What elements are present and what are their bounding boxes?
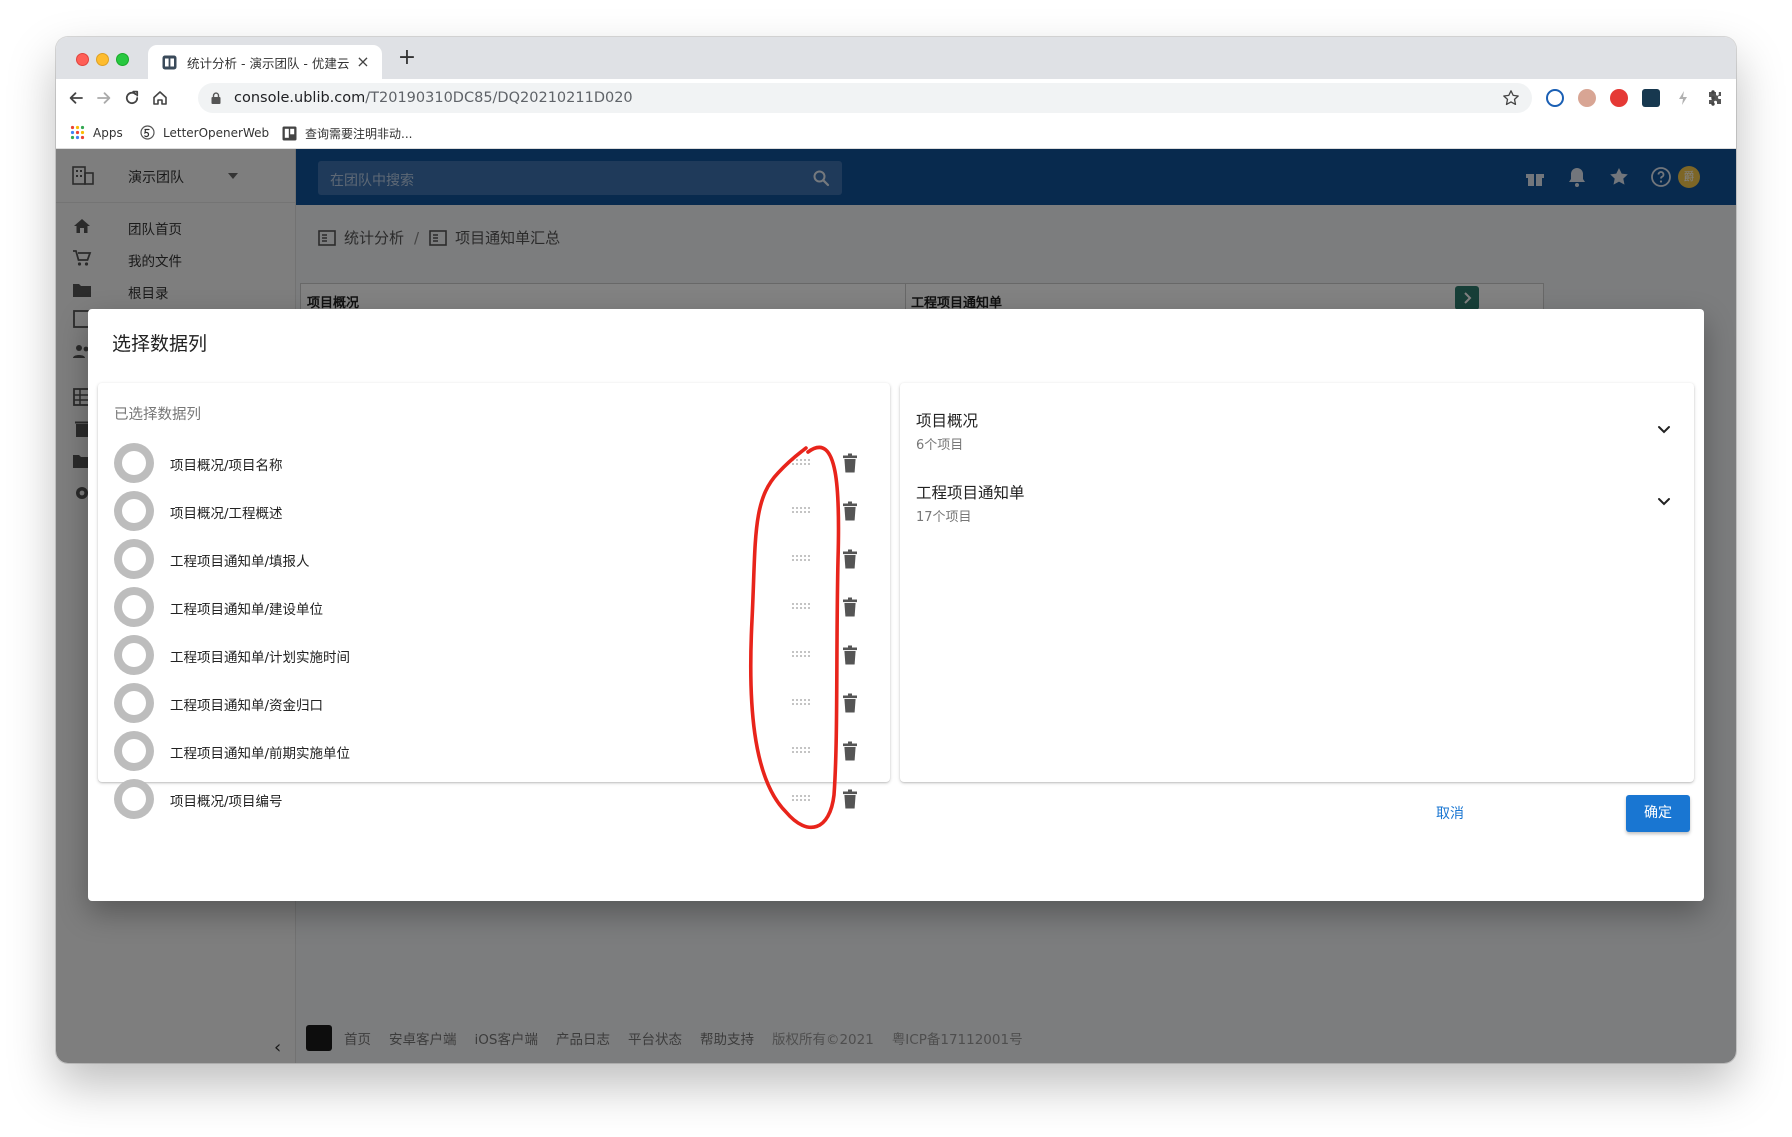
- drag-handle-icon[interactable]: [791, 457, 811, 469]
- bookmark-letter-opener[interactable]: LetterOpenerWeb: [140, 125, 269, 140]
- bookmark-trello[interactable]: 查询需要注明非动...: [282, 125, 412, 142]
- selected-column-row[interactable]: 工程项目通知单/填报人: [114, 539, 874, 581]
- address-bar[interactable]: console.ublib.com/T20190310DC85/DQ202102…: [198, 83, 1532, 113]
- selected-column-label: 工程项目通知单/填报人: [170, 554, 310, 570]
- group-count: 6个项目: [916, 438, 964, 453]
- selected-column-label: 项目概况/项目编号: [170, 794, 283, 810]
- url-path: /T20190310DC85/DQ20210211D020: [365, 90, 633, 106]
- drag-handle-icon[interactable]: [791, 793, 811, 805]
- drag-handle-icon[interactable]: [791, 649, 811, 661]
- group-title: 项目概况: [916, 412, 979, 430]
- cancel-button[interactable]: 取消: [1424, 797, 1476, 831]
- delete-icon[interactable]: [842, 549, 858, 569]
- home-browser-icon[interactable]: [150, 88, 170, 108]
- selected-columns-heading: 已选择数据列: [114, 407, 201, 423]
- apps-grid-icon: [70, 125, 85, 140]
- zoom-window-button[interactable]: [116, 53, 129, 66]
- delete-icon[interactable]: [842, 501, 858, 521]
- column-group[interactable]: 项目概况 6个项目: [916, 409, 1680, 459]
- url-host: console.ublib.com: [234, 90, 366, 106]
- selected-column-row[interactable]: 项目概况/工程概述: [114, 491, 874, 533]
- browser-menu-icon[interactable]: [1710, 88, 1716, 108]
- selected-column-label: 工程项目通知单/建设单位: [170, 602, 324, 618]
- group-title: 工程项目通知单: [916, 484, 1025, 502]
- drag-handle-icon[interactable]: [791, 745, 811, 757]
- selected-column-row[interactable]: 项目概况/项目编号: [114, 779, 874, 821]
- extension-orange-icon[interactable]: [1578, 89, 1596, 107]
- close-window-button[interactable]: [76, 53, 89, 66]
- drag-handle-icon[interactable]: [791, 601, 811, 613]
- selected-column-row[interactable]: 项目概况/项目名称: [114, 443, 874, 485]
- react-devtools-extension-icon[interactable]: [1642, 89, 1660, 107]
- select-columns-dialog: 选择数据列 已选择数据列 项目概况/项目名称 项目概况/工程概述工程项目通知单/填…: [88, 309, 1704, 901]
- available-columns-card: 项目概况 6个项目 工程项目通知单 17个项目: [900, 383, 1694, 782]
- browser-tab[interactable]: 统计分析 - 演示团队 - 优建云 ×: [148, 45, 382, 79]
- selected-columns-card: 已选择数据列 项目概况/项目名称 项目概况/工程概述 工程项目通知单/填报人 工程项目…: [98, 383, 890, 819]
- reload-icon[interactable]: [122, 88, 142, 108]
- bookmark-label: LetterOpenerWeb: [163, 125, 270, 140]
- bookmarks-bar: Apps LetterOpenerWeb 查询需要注明非动...: [56, 117, 1736, 149]
- delete-icon[interactable]: [842, 453, 858, 473]
- column-radio[interactable]: [114, 587, 154, 627]
- selected-column-label: 项目概况/工程概述: [170, 506, 283, 522]
- selected-column-label: 工程项目通知单/资金归口: [170, 698, 324, 714]
- selected-column-label: 工程项目通知单/前期实施单位: [170, 746, 351, 762]
- bookmark-star-icon[interactable]: [1502, 89, 1520, 107]
- browser-toolbar: console.ublib.com/T20190310DC85/DQ202102…: [56, 79, 1736, 117]
- delete-icon[interactable]: [842, 789, 858, 809]
- forward-icon[interactable]: [94, 88, 114, 108]
- delete-icon[interactable]: [842, 645, 858, 665]
- group-count: 17个项目: [916, 510, 972, 525]
- tab-close-icon[interactable]: ×: [354, 53, 372, 71]
- tab-strip: 统计分析 - 演示团队 - 优建云 × +: [56, 37, 1736, 79]
- dialog-title: 选择数据列: [112, 333, 208, 355]
- bookmark-apps[interactable]: Apps: [70, 125, 123, 140]
- confirm-button[interactable]: 确定: [1626, 795, 1690, 832]
- lightning-extension-icon[interactable]: [1674, 89, 1692, 107]
- trello-icon: [282, 126, 297, 141]
- selected-column-label: 项目概况/项目名称: [170, 458, 283, 474]
- column-radio[interactable]: [114, 683, 154, 723]
- column-radio[interactable]: [114, 779, 154, 819]
- letter-opener-icon: [140, 125, 155, 140]
- browser-window: 统计分析 - 演示团队 - 优建云 × + console.ublib.com /…: [56, 37, 1736, 1063]
- bookmark-label: 查询需要注明非动...: [305, 127, 413, 141]
- app-favicon-icon: [162, 55, 177, 69]
- bookmark-label: Apps: [93, 125, 123, 140]
- delete-icon[interactable]: [842, 693, 858, 713]
- back-icon[interactable]: [66, 88, 86, 108]
- column-radio[interactable]: [114, 443, 154, 483]
- delete-icon[interactable]: [842, 597, 858, 617]
- drag-handle-icon[interactable]: [791, 505, 811, 517]
- new-tab-button[interactable]: +: [396, 47, 418, 69]
- tab-title: 统计分析 - 演示团队 - 优建云: [187, 55, 350, 71]
- selected-column-label: 工程项目通知单/计划实施时间: [170, 650, 351, 666]
- minimize-window-button[interactable]: [96, 53, 109, 66]
- column-radio[interactable]: [114, 635, 154, 675]
- column-radio[interactable]: [114, 539, 154, 579]
- selected-column-row[interactable]: 工程项目通知单/前期实施单位: [114, 731, 874, 773]
- chevron-down-icon[interactable]: [1656, 421, 1672, 437]
- drag-handle-icon[interactable]: [791, 553, 811, 565]
- column-radio[interactable]: [114, 491, 154, 531]
- selected-column-row[interactable]: 工程项目通知单/资金归口: [114, 683, 874, 725]
- column-group[interactable]: 工程项目通知单 17个项目: [916, 481, 1680, 531]
- chevron-down-icon[interactable]: [1656, 493, 1672, 509]
- drag-handle-icon[interactable]: [791, 697, 811, 709]
- delete-icon[interactable]: [842, 741, 858, 761]
- extension-red-icon[interactable]: [1610, 89, 1628, 107]
- column-radio[interactable]: [114, 731, 154, 771]
- lock-icon: [211, 92, 221, 104]
- selected-column-row[interactable]: 工程项目通知单/建设单位: [114, 587, 874, 629]
- password-manager-extension-icon[interactable]: [1546, 89, 1564, 107]
- selected-column-row[interactable]: 工程项目通知单/计划实施时间: [114, 635, 874, 677]
